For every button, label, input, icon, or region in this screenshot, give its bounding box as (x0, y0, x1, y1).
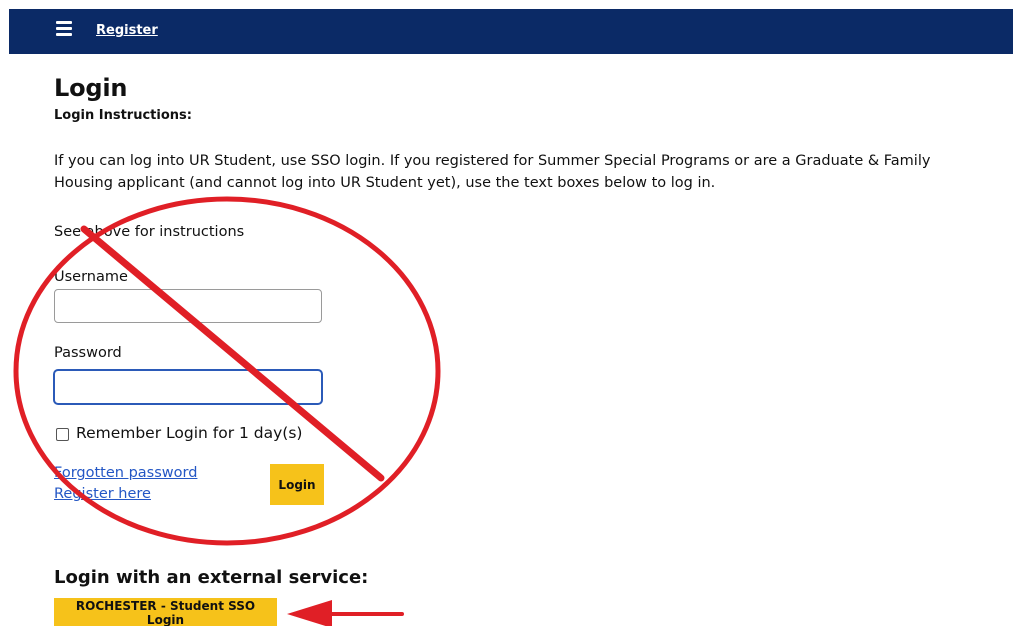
menu-icon-line (56, 21, 72, 24)
menu-icon-line (56, 33, 72, 36)
top-navigation-bar (9, 9, 1013, 54)
forgotten-password-link[interactable]: Forgotten password (54, 465, 197, 481)
external-service-heading: Login with an external service: (54, 567, 369, 588)
login-instructions-text: If you can log into UR Student, use SSO … (54, 153, 931, 191)
password-input[interactable] (54, 370, 322, 404)
login-instructions-heading: Login Instructions: (54, 108, 192, 123)
red-arrow-head-annotation (287, 600, 332, 626)
remember-login-label: Remember Login for 1 day(s) (76, 424, 303, 442)
hamburger-menu-icon[interactable] (56, 21, 72, 36)
username-input[interactable] (54, 289, 322, 323)
menu-icon-line (56, 27, 72, 30)
register-here-link[interactable]: Register here (54, 486, 151, 502)
page: Register Login Login Instructions: If yo… (0, 0, 1013, 626)
register-nav-link[interactable]: Register (96, 23, 158, 38)
instructions-hint: See above for instructions (54, 224, 245, 240)
username-label: Username (54, 269, 128, 285)
student-sso-login-button[interactable]: ROCHESTER - Student SSO Login (54, 598, 277, 626)
login-button[interactable]: Login (270, 464, 324, 505)
remember-login-checkbox[interactable] (56, 428, 69, 441)
password-label: Password (54, 345, 122, 361)
page-title: Login (54, 74, 128, 102)
